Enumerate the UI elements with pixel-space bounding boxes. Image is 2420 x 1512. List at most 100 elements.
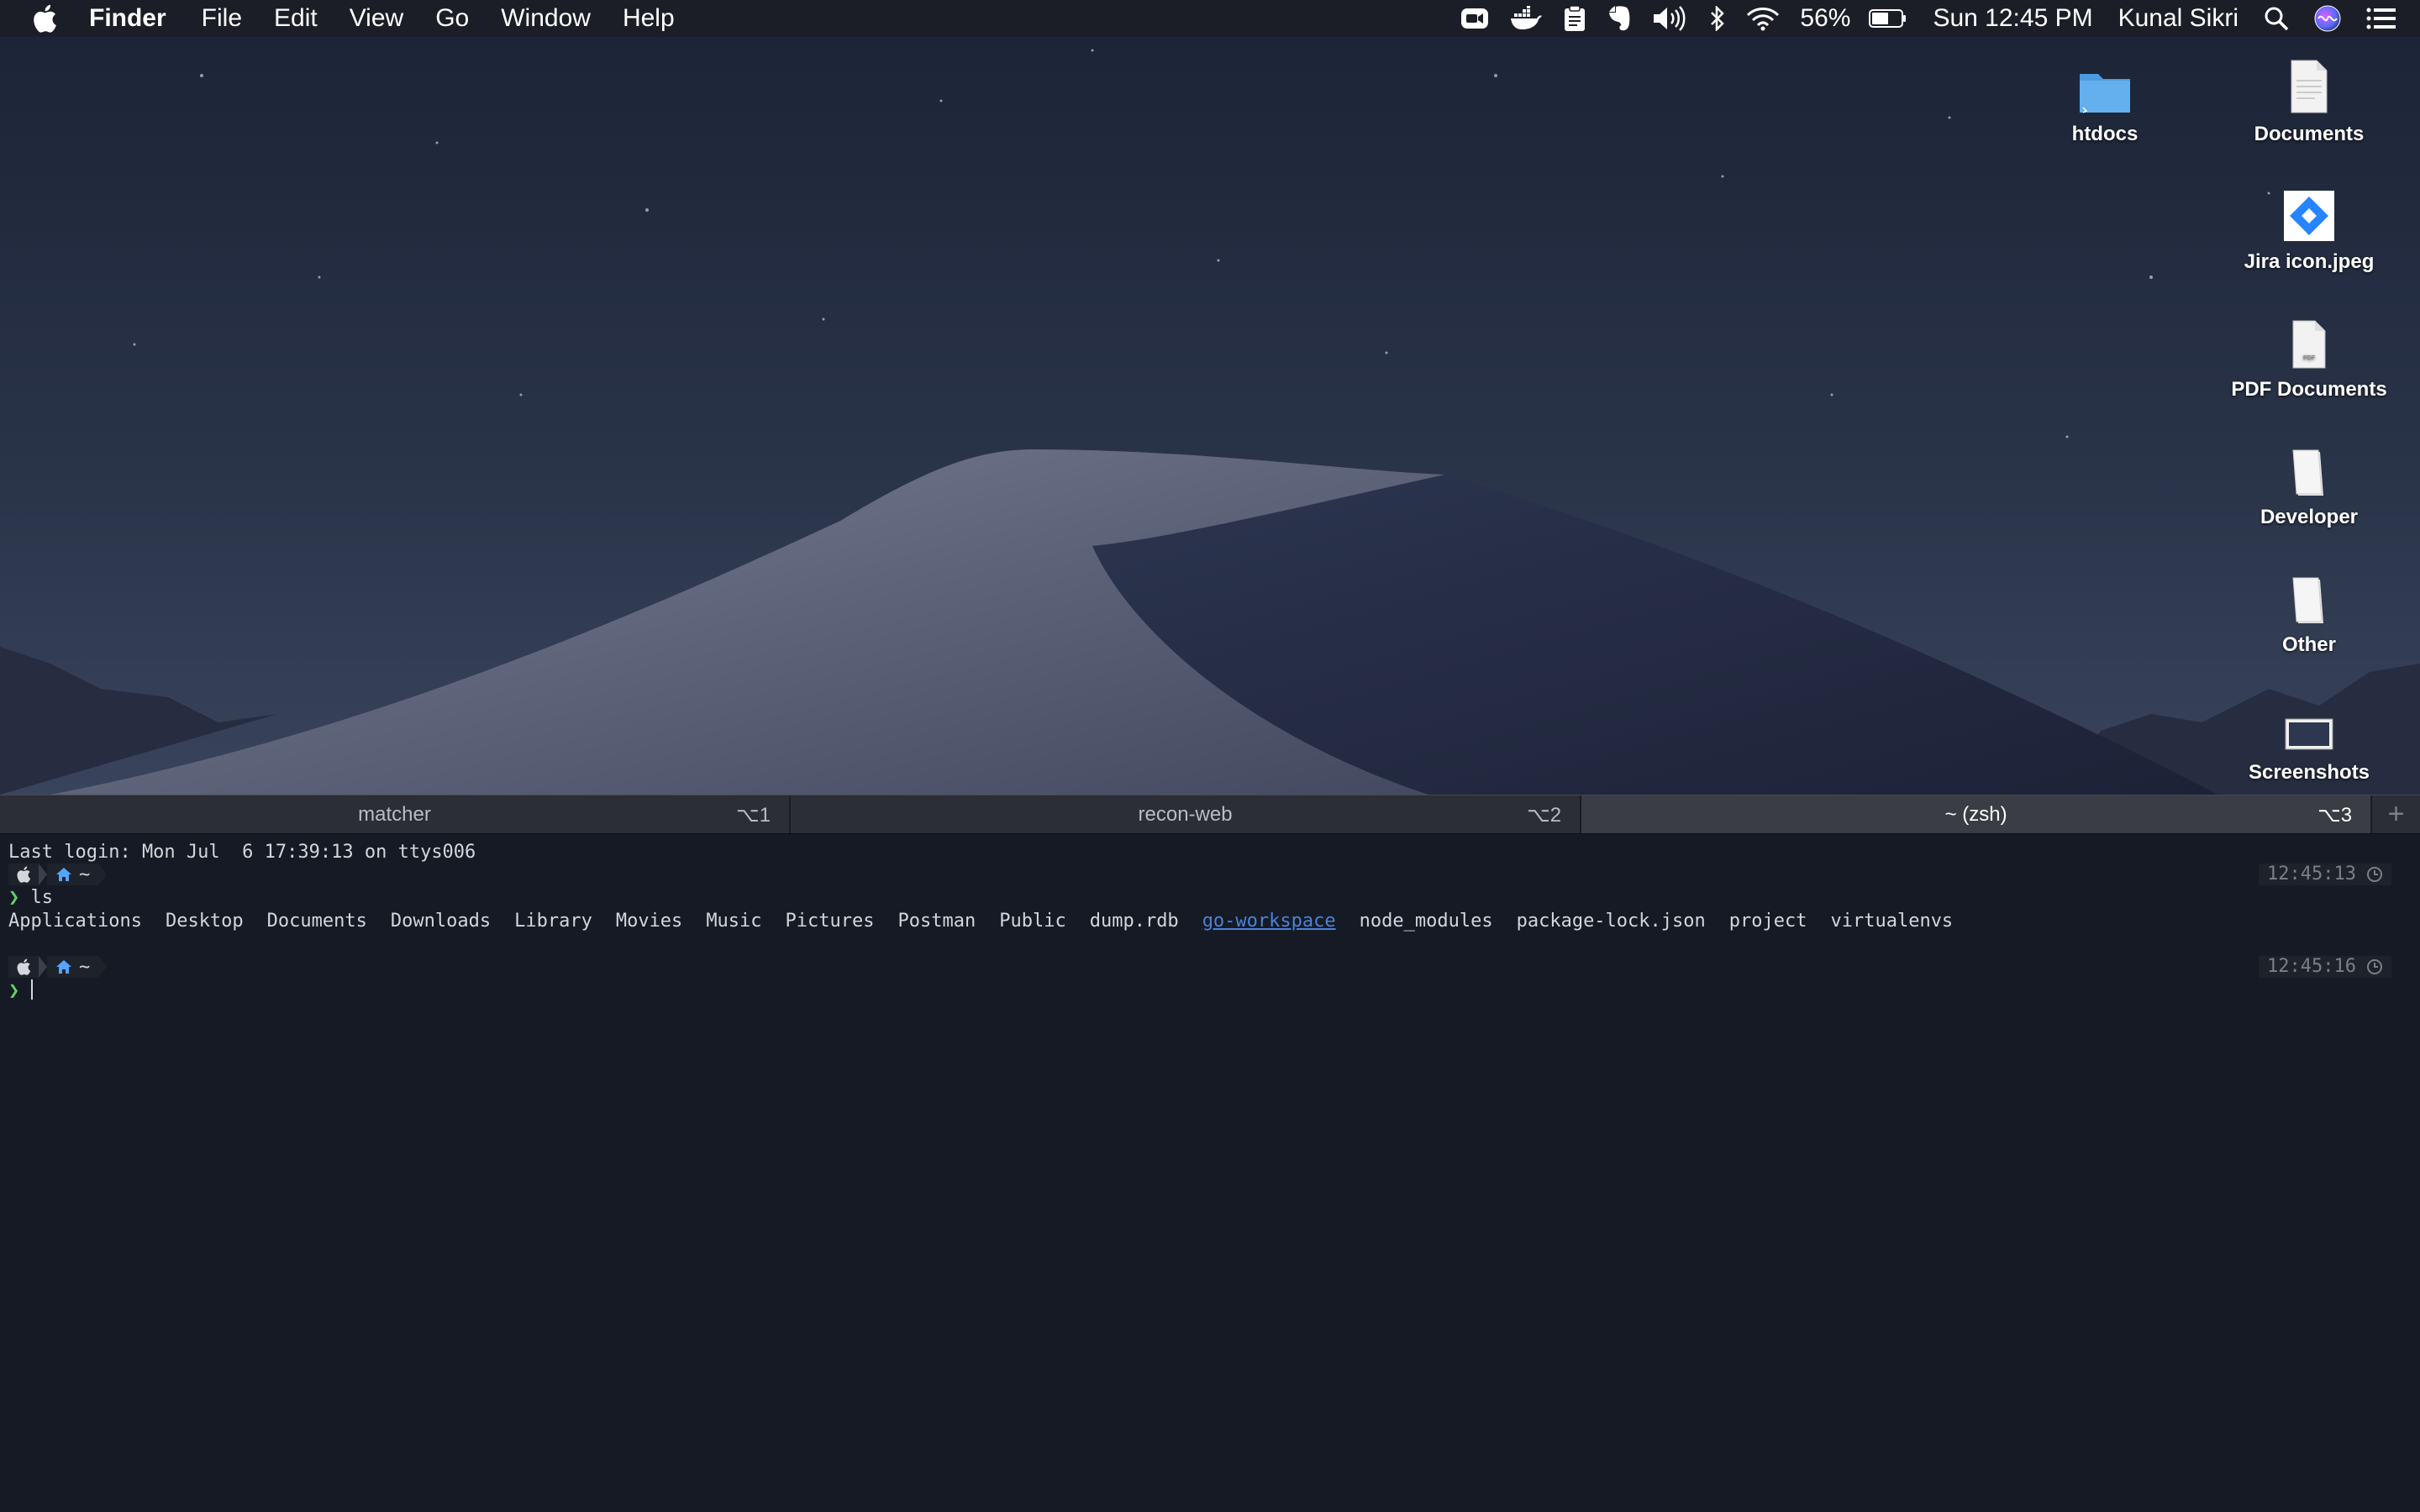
ls-entry: project bbox=[1728, 911, 1807, 932]
ls-entry: Downloads bbox=[390, 911, 492, 932]
menu-file[interactable]: File bbox=[202, 4, 242, 33]
document-icon bbox=[2291, 60, 2328, 113]
desktop-icon-htdocs[interactable]: htdocs bbox=[2004, 49, 2206, 146]
tab-shortcut: ⌥3 bbox=[2317, 804, 2353, 827]
ls-entry: Applications bbox=[8, 911, 142, 932]
ls-entry: dump.rdb bbox=[1089, 911, 1179, 932]
folder-icon bbox=[2080, 74, 2130, 113]
bluetooth-icon[interactable] bbox=[1709, 6, 1726, 31]
zoom-icon[interactable] bbox=[1460, 6, 1489, 31]
clock-icon bbox=[2367, 867, 2382, 882]
terminal-output[interactable]: Last login: Mon Jul 6 17:39:13 on ttys00… bbox=[0, 833, 2420, 1512]
desktop-icon-label: Jira icon.jpeg bbox=[2244, 250, 2375, 273]
new-tab-button[interactable]: + bbox=[2372, 795, 2420, 833]
wifi-icon[interactable] bbox=[1746, 6, 1780, 31]
notification-center-icon[interactable] bbox=[2366, 7, 2396, 30]
menu-bar: Finder File Edit View Go Window Help 56% bbox=[0, 0, 2420, 37]
text-cursor bbox=[30, 979, 33, 1000]
desktop-icon-label: Screenshots bbox=[2248, 761, 2370, 784]
prompt-dir: ~ bbox=[79, 864, 91, 885]
docker-icon[interactable] bbox=[1509, 6, 1543, 31]
battery-percent[interactable]: 56% bbox=[1800, 4, 1850, 33]
apple-prompt-icon bbox=[8, 864, 39, 885]
tab-shortcut: ⌥2 bbox=[1527, 804, 1562, 827]
siri-icon[interactable] bbox=[2314, 5, 2341, 32]
ls-entry: Music bbox=[706, 911, 762, 932]
volume-icon[interactable] bbox=[1652, 6, 1689, 31]
tab-title: matcher bbox=[358, 802, 431, 826]
menubar-user[interactable]: Kunal Sikri bbox=[2118, 4, 2238, 33]
menu-go[interactable]: Go bbox=[435, 4, 469, 33]
tab-recon-web[interactable]: recon-web ⌥2 bbox=[791, 795, 1582, 833]
terminal-tab-bar: matcher ⌥1 recon-web ⌥2 ~ (zsh) ⌥3 + bbox=[0, 795, 2420, 834]
ls-entry: package-lock.json bbox=[1516, 911, 1706, 932]
last-login-line: Last login: Mon Jul 6 17:39:13 on ttys00… bbox=[8, 842, 476, 863]
desktop-icon-developer[interactable]: Developer bbox=[2208, 432, 2410, 529]
prompt-separator bbox=[39, 864, 47, 885]
ls-entry: node_modules bbox=[1359, 911, 1493, 932]
desktop-icon-label: Documents bbox=[2254, 123, 2365, 145]
prompt-char: ❯ bbox=[8, 887, 20, 908]
desktop-icon-label: Other bbox=[2281, 633, 2336, 656]
clipboard-icon[interactable] bbox=[1563, 5, 1586, 32]
command-line: ❯ ls bbox=[8, 887, 53, 908]
tab-title: ~ (zsh) bbox=[1944, 802, 2007, 826]
desktop-icon-label: Developer bbox=[2260, 506, 2359, 528]
battery-icon[interactable] bbox=[1869, 8, 1907, 29]
menu-window[interactable]: Window bbox=[501, 4, 591, 33]
prompt-segment: ~ bbox=[8, 864, 108, 885]
desktop-icon-label: htdocs bbox=[2071, 123, 2139, 145]
tab-matcher[interactable]: matcher ⌥1 bbox=[0, 795, 792, 833]
timestamp-text: 12:45:13 bbox=[2267, 864, 2356, 885]
active-command-line[interactable]: ❯ bbox=[8, 979, 33, 1001]
desktop-icon-other[interactable]: Other bbox=[2208, 559, 2410, 657]
ls-entry: virtualenvs bbox=[1830, 911, 1954, 932]
desktop-icon-documents[interactable]: Documents bbox=[2208, 49, 2410, 146]
stack-icon bbox=[2292, 577, 2323, 623]
desktop-icon-pdf-documents[interactable]: PDF PDF Documents bbox=[2208, 304, 2410, 402]
ls-entry[interactable]: go-workspace bbox=[1202, 911, 1336, 932]
ls-entry: Desktop bbox=[165, 911, 244, 932]
ls-entry: Pictures bbox=[785, 911, 875, 932]
menu-help[interactable]: Help bbox=[623, 4, 675, 33]
prompt-segment: ~ bbox=[8, 956, 108, 978]
prompt-timestamp: 12:45:13 bbox=[2259, 864, 2391, 885]
desktop-icon-label: PDF Documents bbox=[2231, 378, 2387, 401]
home-icon bbox=[56, 960, 71, 974]
apple-menu-icon[interactable] bbox=[32, 4, 57, 33]
timestamp-text: 12:45:16 bbox=[2267, 956, 2356, 977]
home-segment: ~ bbox=[47, 956, 99, 978]
apple-prompt-icon bbox=[8, 956, 39, 978]
ls-entry: Library bbox=[514, 911, 592, 932]
menu-app-finder[interactable]: Finder bbox=[89, 4, 166, 33]
spotlight-icon[interactable] bbox=[2264, 6, 2289, 31]
desktop-icon-screenshots[interactable]: Screenshots bbox=[2208, 687, 2410, 785]
jira-icon bbox=[2284, 191, 2334, 241]
desktop-icon-jira[interactable]: Jira icon.jpeg bbox=[2208, 176, 2410, 274]
home-icon bbox=[56, 868, 71, 881]
ls-entry: Public bbox=[999, 911, 1066, 932]
svg-text:PDF: PDF bbox=[2303, 355, 2316, 361]
home-segment: ~ bbox=[47, 864, 99, 885]
ls-entry: Postman bbox=[897, 911, 976, 932]
evernote-icon[interactable] bbox=[1607, 5, 1632, 32]
ls-entry: Documents bbox=[266, 911, 367, 932]
prompt-separator bbox=[39, 956, 47, 978]
prompt-separator bbox=[98, 956, 108, 978]
tab-shortcut: ⌥1 bbox=[736, 804, 771, 827]
tab-title: recon-web bbox=[1138, 802, 1233, 826]
menu-view[interactable]: View bbox=[350, 4, 403, 33]
clock-icon bbox=[2367, 959, 2382, 974]
terminal-window[interactable]: matcher ⌥1 recon-web ⌥2 ~ (zsh) ⌥3 + Las… bbox=[0, 795, 2420, 1512]
stack-icon bbox=[2292, 449, 2323, 496]
menubar-clock[interactable]: Sun 12:45 PM bbox=[1933, 4, 2092, 33]
pdf-icon: PDF bbox=[2292, 320, 2326, 369]
screenshot-icon bbox=[2285, 718, 2333, 750]
ls-entry: Movies bbox=[615, 911, 683, 932]
menu-edit[interactable]: Edit bbox=[274, 4, 318, 33]
prompt-timestamp: 12:45:16 bbox=[2259, 956, 2391, 978]
prompt-char: ❯ bbox=[8, 980, 20, 1001]
tab-zsh[interactable]: ~ (zsh) ⌥3 bbox=[1581, 795, 2373, 833]
prompt-dir: ~ bbox=[79, 956, 91, 978]
prompt-separator bbox=[98, 864, 108, 885]
